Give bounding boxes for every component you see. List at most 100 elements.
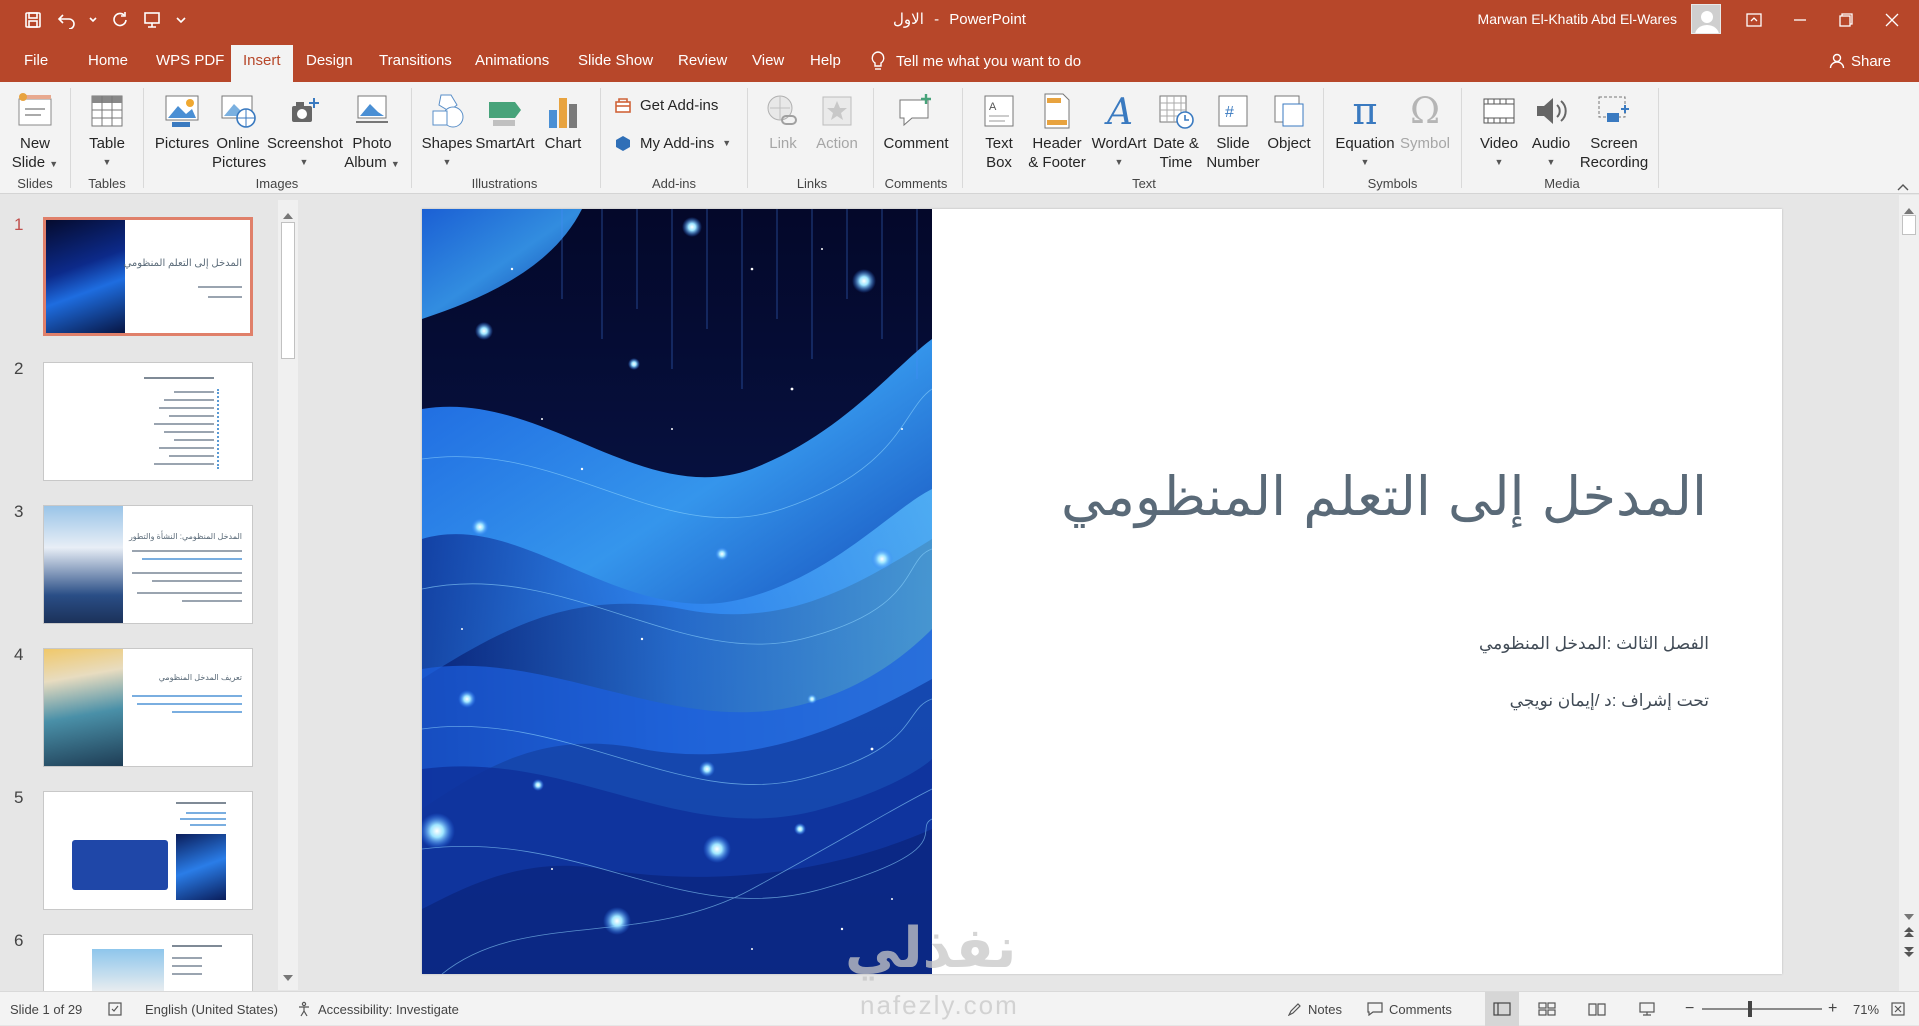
slide-show-button[interactable] bbox=[1638, 992, 1656, 1026]
thumbnails-scrollbar[interactable] bbox=[278, 200, 298, 990]
wordart-button[interactable]: A WordArt ▼ bbox=[1089, 88, 1149, 172]
calendar-icon bbox=[1159, 95, 1194, 129]
accessibility-checker[interactable]: Accessibility: Investigate bbox=[296, 992, 459, 1026]
new-slide-label-1: New bbox=[19, 135, 50, 152]
text-box-button[interactable]: A Text Box bbox=[973, 88, 1025, 172]
slide-thumbnail-3[interactable]: المدخل المنظومي: النشأة والتطور bbox=[43, 505, 253, 624]
scroll-up-icon[interactable] bbox=[283, 206, 293, 222]
symbol-button[interactable]: Ω Symbol bbox=[1398, 88, 1452, 153]
slide-counter: Slide 1 of 29 bbox=[10, 1001, 83, 1017]
tab-view[interactable]: View bbox=[752, 40, 784, 82]
next-slide-icon[interactable] bbox=[1903, 945, 1915, 961]
previous-slide-icon[interactable] bbox=[1903, 925, 1915, 941]
slide-subtitle-supervisor[interactable]: تحت إشراف :د /إيمان نويجي bbox=[1510, 691, 1709, 711]
slide-vertical-scrollbar[interactable] bbox=[1899, 195, 1919, 991]
close-icon[interactable] bbox=[1869, 0, 1915, 40]
equation-button[interactable]: π Equation ▼ bbox=[1333, 88, 1397, 172]
scroll-down-icon[interactable] bbox=[283, 968, 293, 984]
slide-thumbnail-6[interactable] bbox=[43, 934, 253, 994]
object-button[interactable]: Object bbox=[1263, 88, 1315, 153]
tab-file[interactable]: File bbox=[24, 40, 48, 82]
slide-title[interactable]: المدخل إلى التعلم المنظومي bbox=[1061, 465, 1707, 528]
share-button[interactable]: Share bbox=[1829, 40, 1891, 82]
notes-button[interactable]: Notes bbox=[1288, 992, 1342, 1026]
tab-slide-show[interactable]: Slide Show bbox=[578, 40, 653, 82]
zoom-slider-thumb[interactable] bbox=[1748, 1001, 1752, 1017]
language-indicator[interactable]: English (United States) bbox=[145, 992, 278, 1026]
tell-me-search[interactable]: Tell me what you want to do bbox=[870, 40, 1081, 82]
get-addins-button[interactable]: Get Add-ins bbox=[614, 96, 718, 114]
current-slide[interactable]: المدخل إلى التعلم المنظومي الفصل الثالث … bbox=[422, 209, 1782, 974]
slide-thumbnail-5[interactable] bbox=[43, 791, 253, 910]
my-addins-button[interactable]: My Add-ins ▼ bbox=[614, 134, 731, 152]
date-time-button[interactable]: Date & Time bbox=[1150, 88, 1202, 172]
my-addins-label: My Add-ins bbox=[640, 134, 715, 152]
shapes-button[interactable]: Shapes ▼ bbox=[421, 88, 473, 172]
spelling-check-icon[interactable] bbox=[107, 992, 123, 1026]
link-button[interactable]: Link bbox=[760, 88, 806, 153]
comments-button[interactable]: Comments bbox=[1367, 992, 1452, 1026]
tab-home[interactable]: Home bbox=[88, 40, 128, 82]
title-bar: الاول - PowerPoint Marwan El-Khatib Abd … bbox=[0, 0, 1919, 40]
tab-transitions[interactable]: Transitions bbox=[379, 40, 452, 82]
tab-animations[interactable]: Animations bbox=[475, 40, 549, 82]
chevron-down-icon: ▼ bbox=[442, 157, 452, 167]
slide-thumbnail-2[interactable] bbox=[43, 362, 253, 481]
zoom-level[interactable]: 71% bbox=[1853, 992, 1879, 1026]
avatar[interactable] bbox=[1691, 4, 1721, 34]
slide-thumbnail-4[interactable]: تعريف المدخل المنظومي bbox=[43, 648, 253, 767]
comment-button[interactable]: Comment bbox=[880, 88, 952, 153]
chevron-down-icon: ▼ bbox=[1114, 157, 1124, 167]
screen-recording-button[interactable]: Screen Recording bbox=[1578, 88, 1650, 172]
tab-wps-pdf[interactable]: WPS PDF bbox=[156, 40, 224, 82]
table-button[interactable]: Table ▼ bbox=[82, 88, 132, 172]
scroll-down-icon[interactable] bbox=[1904, 907, 1914, 923]
slide-thumbnail-1[interactable]: المدخل إلى التعلم المنظومي bbox=[43, 217, 253, 336]
slide-background-image[interactable] bbox=[422, 209, 932, 974]
smartart-label: SmartArt bbox=[475, 135, 535, 152]
thumb-line bbox=[174, 439, 214, 441]
collapse-ribbon-icon[interactable] bbox=[1897, 178, 1909, 194]
slide-subtitle-chapter[interactable]: الفصل الثالث :المدخل المنظومي bbox=[1479, 634, 1709, 654]
chart-button[interactable]: Chart bbox=[538, 88, 588, 153]
slide-number-button[interactable]: # Slide Number bbox=[1205, 88, 1261, 172]
chevron-down-icon: ▼ bbox=[1546, 157, 1556, 167]
get-addins-label: Get Add-ins bbox=[640, 96, 719, 114]
audio-button[interactable]: Audio ▼ bbox=[1527, 88, 1575, 172]
tab-help[interactable]: Help bbox=[810, 40, 841, 82]
scrollbar-thumb[interactable] bbox=[281, 222, 295, 359]
smartart-button[interactable]: SmartArt bbox=[475, 88, 535, 153]
tab-design[interactable]: Design bbox=[306, 40, 353, 82]
zoom-out-button[interactable]: − bbox=[1685, 992, 1694, 1026]
screen-recording-label-1: Screen bbox=[1590, 135, 1638, 152]
restore-icon[interactable] bbox=[1823, 0, 1869, 40]
normal-view-button[interactable] bbox=[1485, 992, 1519, 1026]
user-name[interactable]: Marwan El-Khatib Abd El-Wares bbox=[1478, 11, 1677, 27]
slide-sorter-button[interactable] bbox=[1538, 992, 1556, 1026]
tab-review[interactable]: Review bbox=[678, 40, 727, 82]
thumb-image bbox=[44, 649, 123, 766]
scrollbar-thumb[interactable] bbox=[1902, 215, 1916, 235]
header-footer-button[interactable]: Header & Footer bbox=[1028, 88, 1086, 172]
thumb-number: 1 bbox=[14, 215, 24, 234]
new-slide-button[interactable]: New Slide ▼ bbox=[10, 88, 60, 174]
ribbon-display-options-icon[interactable] bbox=[1731, 0, 1777, 40]
tab-insert[interactable]: Insert bbox=[231, 45, 293, 82]
zoom-slider[interactable] bbox=[1702, 992, 1822, 1026]
screenshot-label: Screenshot bbox=[267, 135, 343, 152]
online-pictures-icon bbox=[221, 95, 256, 128]
online-pictures-button[interactable]: Online Pictures bbox=[212, 88, 266, 172]
object-icon bbox=[1274, 95, 1304, 127]
pictures-button[interactable]: Pictures bbox=[154, 88, 210, 153]
thumb-image bbox=[46, 220, 125, 333]
zoom-in-button[interactable]: + bbox=[1828, 992, 1837, 1026]
reading-view-button[interactable] bbox=[1588, 992, 1606, 1026]
fit-slide-icon[interactable] bbox=[1890, 992, 1906, 1026]
photo-album-button[interactable]: Photo Album ▼ bbox=[344, 88, 400, 174]
action-button[interactable]: Action bbox=[810, 88, 864, 153]
screenshot-button[interactable]: Screenshot ▼ bbox=[267, 88, 343, 172]
video-button[interactable]: Video ▼ bbox=[1474, 88, 1524, 172]
chevron-down-icon: ▼ bbox=[390, 159, 400, 169]
minimize-icon[interactable] bbox=[1777, 0, 1823, 40]
thumb-title: المدخل المنظومي: النشأة والتطور bbox=[128, 532, 242, 541]
